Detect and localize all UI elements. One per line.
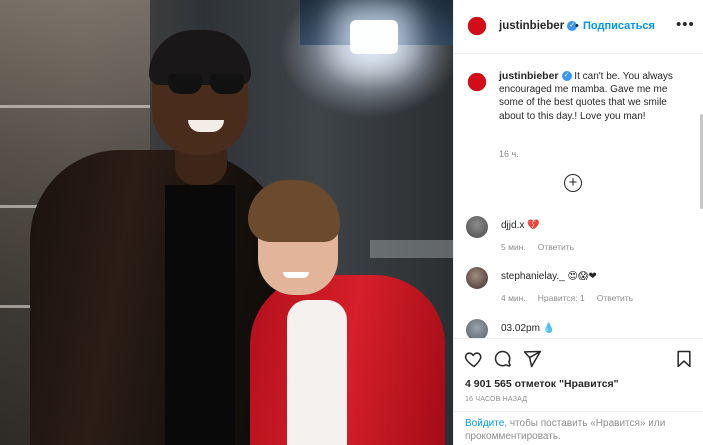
photo-boy-shirt: [287, 300, 347, 445]
comment-item: djjd.x 💔 5 мин. Ответить: [454, 216, 703, 256]
comments-scroll-area[interactable]: justinbieber ✓ It can't be. You always en…: [454, 54, 703, 338]
comment-text: 💧: [539, 323, 556, 334]
photo-light: [350, 20, 398, 54]
post-actions: 4 901 565 отметок "Нравится" 16 ЧАСОВ НА…: [454, 338, 703, 445]
photo-boy-hair: [248, 180, 340, 242]
verified-badge-icon: ✓: [561, 71, 572, 82]
comment-username[interactable]: djjd.x: [501, 220, 524, 231]
comment-meta: 4 мин. Нравится: 1 Ответить: [501, 293, 645, 303]
post-photo[interactable]: [0, 0, 453, 445]
follow-button[interactable]: Подписаться: [583, 20, 655, 32]
author-username[interactable]: justinbieber ✓: [499, 20, 578, 32]
comment-time[interactable]: 5 мин.: [501, 242, 526, 252]
login-link[interactable]: Войдите: [465, 418, 504, 429]
caption-author-username[interactable]: justinbieber: [499, 70, 559, 82]
author-username-text[interactable]: justinbieber: [499, 20, 564, 32]
comment-body: 03.02pm 💧: [501, 323, 555, 334]
comment-body: stephanielay._ 😍😱❤: [501, 271, 597, 282]
photo-wall-line: [0, 105, 150, 108]
comment-item: stephanielay._ 😍😱❤ 4 мин. Нравится: 1 Отве…: [454, 267, 703, 307]
author-avatar[interactable]: [466, 15, 488, 37]
header-dot: •: [575, 20, 579, 32]
post-time-ago[interactable]: 16 ЧАСОВ НАЗАД: [465, 396, 527, 403]
comment-likes-count[interactable]: Нравится: 1: [538, 293, 585, 303]
comment-username[interactable]: stephanielay._: [501, 271, 565, 282]
comment-text: 💔: [524, 220, 540, 231]
caption-author-avatar[interactable]: [466, 71, 488, 93]
photo-boy-jacket: [250, 275, 445, 445]
photo-figure-sunglasses: [168, 74, 246, 96]
comment-reply-button[interactable]: Ответить: [597, 293, 633, 303]
share-icon[interactable]: [522, 349, 542, 369]
photo-figure-shirt: [165, 185, 235, 445]
add-circle-icon[interactable]: +: [564, 174, 582, 192]
more-options-icon[interactable]: •••: [676, 16, 695, 33]
comment-avatar[interactable]: [466, 216, 488, 238]
comment-icon[interactable]: [493, 349, 513, 369]
comment-username[interactable]: 03.02pm: [501, 323, 540, 334]
login-prompt-text: Войдите, чтобы поставить «Нравится» или …: [465, 418, 695, 443]
login-prompt: Войдите, чтобы поставить «Нравится» или …: [454, 411, 703, 445]
comment-avatar[interactable]: [466, 319, 488, 338]
post-side-panel: justinbieber ✓ • Подписаться ••• justinbi…: [453, 0, 703, 445]
post-header: justinbieber ✓ • Подписаться •••: [454, 0, 703, 54]
comment-meta: 5 мин. Ответить: [501, 242, 586, 252]
photo-boy-smile: [283, 272, 309, 278]
caption-text-block: justinbieber ✓ It can't be. You always en…: [499, 70, 689, 123]
comment-body: djjd.x 💔: [501, 220, 540, 231]
comment-time[interactable]: 4 мин.: [501, 293, 526, 303]
likes-count[interactable]: 4 901 565 отметок "Нравится": [465, 378, 619, 390]
comment-reply-button[interactable]: Ответить: [538, 242, 574, 252]
comment-avatar[interactable]: [466, 267, 488, 289]
photo-rail: [370, 240, 453, 258]
comment-text: 😍😱❤: [564, 271, 597, 282]
comment-item: 03.02pm 💧: [454, 319, 703, 338]
bookmark-icon[interactable]: [674, 349, 694, 369]
heart-icon[interactable]: [464, 349, 484, 369]
caption-time[interactable]: 16 ч.: [499, 149, 519, 159]
